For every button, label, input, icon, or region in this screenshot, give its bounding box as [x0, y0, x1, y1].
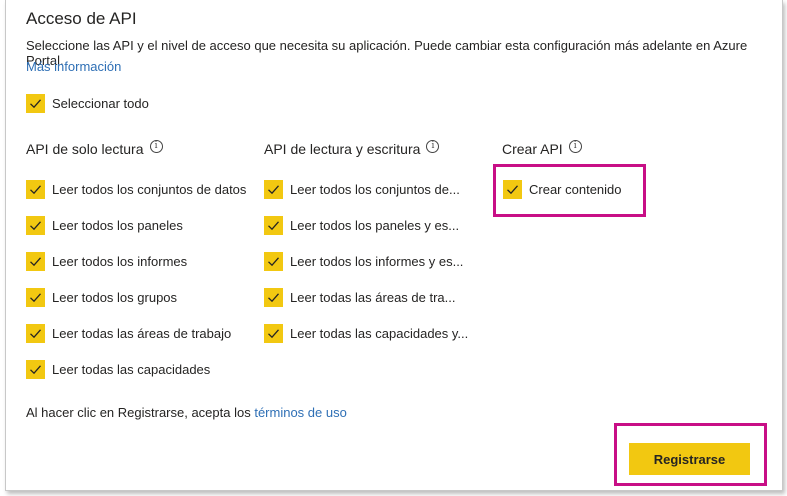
- readwrite-item[interactable]: Leer todas las capacidades y...: [264, 324, 468, 343]
- create-heading: Crear API i: [502, 139, 582, 157]
- checkbox[interactable]: [264, 180, 283, 199]
- checkmark-icon: [30, 221, 41, 231]
- highlight-box-create: [493, 164, 646, 217]
- more-info-link[interactable]: Más información: [26, 59, 121, 74]
- checkmark-icon: [268, 185, 279, 195]
- checkbox[interactable]: [264, 324, 283, 343]
- create-heading-label: Crear API: [502, 141, 563, 157]
- checkbox-label: Leer todos los paneles: [52, 218, 183, 233]
- checkbox[interactable]: [26, 252, 45, 271]
- checkbox[interactable]: [264, 252, 283, 271]
- terms-prefix: Al hacer clic en Registrarse, acepta los: [26, 405, 255, 420]
- readonly-item[interactable]: Leer todos los conjuntos de datos: [26, 180, 246, 199]
- readwrite-item[interactable]: Leer todas las áreas de tra...: [264, 288, 455, 307]
- checkmark-icon: [268, 329, 279, 339]
- readonly-item[interactable]: Leer todos los paneles: [26, 216, 183, 235]
- checkbox-label: Leer todas las capacidades: [52, 362, 211, 377]
- info-icon[interactable]: i: [426, 139, 440, 153]
- select-all-checkbox[interactable]: [26, 94, 45, 113]
- readonly-heading: API de solo lectura i: [26, 139, 163, 157]
- checkbox-label: Leer todos los conjuntos de...: [290, 182, 460, 197]
- checkmark-icon: [30, 257, 41, 267]
- readwrite-heading: API de lectura y escritura i: [264, 139, 440, 157]
- terms-text: Al hacer clic en Registrarse, acepta los…: [26, 405, 347, 420]
- readwrite-item[interactable]: Leer todos los informes y es...: [264, 252, 463, 271]
- select-all-row[interactable]: Seleccionar todo: [26, 94, 149, 113]
- checkbox[interactable]: [26, 324, 45, 343]
- readwrite-item[interactable]: Leer todos los paneles y es...: [264, 216, 459, 235]
- checkbox-label: Leer todos los informes y es...: [290, 254, 464, 269]
- readonly-item[interactable]: Leer todas las capacidades: [26, 360, 210, 379]
- checkbox[interactable]: [264, 288, 283, 307]
- checkbox-label: Leer todos los grupos: [52, 290, 178, 305]
- checkmark-icon: [30, 365, 41, 375]
- more-info-link-wrap: Más información: [26, 59, 121, 74]
- terms-link[interactable]: términos de uso: [254, 405, 347, 420]
- checkbox[interactable]: [26, 180, 45, 199]
- checkmark-icon: [30, 329, 41, 339]
- checkbox-label: Leer todas las áreas de trabajo: [52, 326, 232, 341]
- checkmark-icon: [268, 221, 279, 231]
- readwrite-item[interactable]: Leer todos los conjuntos de...: [264, 180, 460, 199]
- checkbox-label: Leer todas las capacidades y...: [290, 326, 469, 341]
- readonly-item[interactable]: Leer todos los informes: [26, 252, 187, 271]
- checkbox-label: Leer todos los conjuntos de datos: [52, 182, 247, 197]
- checkmark-icon: [268, 293, 279, 303]
- readonly-item[interactable]: Leer todas las áreas de trabajo: [26, 324, 231, 343]
- checkmark-icon: [30, 99, 41, 109]
- checkmark-icon: [30, 293, 41, 303]
- checkbox[interactable]: [26, 360, 45, 379]
- readwrite-heading-label: API de lectura y escritura: [264, 141, 421, 157]
- checkbox-label: Leer todas las áreas de tra...: [290, 290, 456, 305]
- page-description: Seleccione las API y el nivel de acceso …: [26, 38, 748, 68]
- readonly-item[interactable]: Leer todos los grupos: [26, 288, 177, 307]
- info-icon[interactable]: i: [149, 139, 163, 153]
- info-icon[interactable]: i: [568, 139, 582, 153]
- checkbox-label: Leer todos los paneles y es...: [290, 218, 460, 233]
- highlight-box-register: [614, 423, 767, 486]
- checkbox-label: Leer todos los informes: [52, 254, 188, 269]
- checkbox[interactable]: [26, 288, 45, 307]
- readonly-heading-label: API de solo lectura: [26, 141, 144, 157]
- checkmark-icon: [30, 185, 41, 195]
- page-title: Acceso de API: [26, 9, 137, 28]
- checkbox[interactable]: [26, 216, 45, 235]
- select-all-label: Seleccionar todo: [52, 96, 149, 111]
- checkmark-icon: [268, 257, 279, 267]
- checkbox[interactable]: [264, 216, 283, 235]
